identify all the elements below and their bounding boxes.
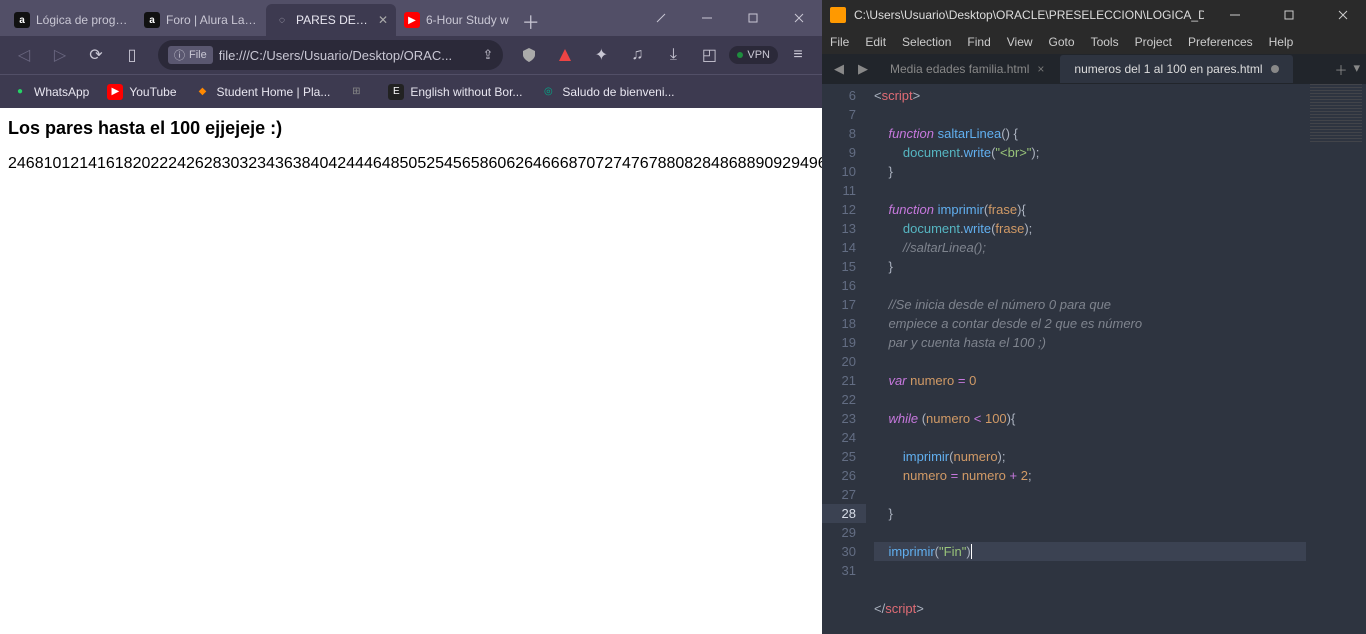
- browser-toolbar: ◁ ▷ ⟳ ▯ ⓘ File file:///C:/Users/Usuario/…: [0, 36, 822, 74]
- close-icon[interactable]: ×: [1037, 62, 1044, 76]
- menu-file[interactable]: File: [830, 35, 849, 49]
- page-output: 2468101214161820222426283032343638404244…: [8, 155, 814, 173]
- sublime-title-path: C:\Users\Usuario\Desktop\ORACLE\PRESELEC…: [854, 8, 1204, 22]
- tab-nav-left[interactable]: ◀: [828, 58, 850, 80]
- forward-button[interactable]: ▷: [44, 39, 76, 71]
- sublime-text-window: C:\Users\Usuario\Desktop\ORACLE\PRESELEC…: [822, 0, 1366, 634]
- extensions-icon[interactable]: ✦: [585, 39, 617, 71]
- sublime-menubar: File Edit Selection Find View Goto Tools…: [822, 30, 1366, 54]
- st-tab-numeros[interactable]: numeros del 1 al 100 en pares.html: [1060, 55, 1292, 83]
- menu-preferences[interactable]: Preferences: [1188, 35, 1253, 49]
- file-badge: ⓘ File: [168, 46, 213, 64]
- bookmark-button[interactable]: ▯: [116, 39, 148, 71]
- tab-close-icon[interactable]: ✕: [378, 13, 388, 27]
- code-editor[interactable]: <script> function saltarLinea() { docume…: [866, 84, 1306, 634]
- sublime-icon: [830, 7, 846, 23]
- playlist-icon[interactable]: ♫: [621, 39, 653, 71]
- close-button[interactable]: [776, 0, 822, 36]
- wallet-icon[interactable]: ◰: [693, 39, 725, 71]
- st-close-button[interactable]: [1320, 0, 1366, 30]
- line-gutter: 6789101112131415161718192021222324252627…: [822, 84, 866, 634]
- downloads-icon[interactable]: ⤓: [657, 39, 689, 71]
- menu-goto[interactable]: Goto: [1049, 35, 1075, 49]
- bookmark-saludo[interactable]: ◎Saludo de bienveni...: [540, 84, 674, 100]
- share-icon[interactable]: ⇪: [482, 47, 493, 63]
- sublime-titlebar: C:\Users\Usuario\Desktop\ORACLE\PRESELEC…: [822, 0, 1366, 30]
- menu-find[interactable]: Find: [967, 35, 990, 49]
- address-bar[interactable]: ⓘ File file:///C:/Users/Usuario/Desktop/…: [158, 40, 503, 70]
- tab-foro[interactable]: aForo | Alura Latam: [136, 4, 266, 36]
- browser-tabs: aLógica de program aForo | Alura Latam ◌…: [0, 0, 638, 36]
- menu-selection[interactable]: Selection: [902, 35, 951, 49]
- st-maximize-button[interactable]: [1266, 0, 1312, 30]
- minimize-window-button[interactable]: [638, 0, 684, 36]
- vpn-badge[interactable]: VPN: [729, 46, 778, 64]
- bookmark-whatsapp[interactable]: ●WhatsApp: [12, 84, 89, 100]
- url-text: file:///C:/Users/Usuario/Desktop/ORAC...: [219, 48, 477, 63]
- new-tab-button[interactable]: ＋: [517, 8, 545, 36]
- page-content: Los pares hasta el 100 ejjejeje :) 24681…: [0, 108, 822, 634]
- shield-icon[interactable]: [513, 39, 545, 71]
- maximize-button[interactable]: [730, 0, 776, 36]
- menu-icon[interactable]: ≡: [782, 39, 814, 71]
- editor-area: 6789101112131415161718192021222324252627…: [822, 84, 1366, 634]
- new-tab-icon[interactable]: ＋: [1334, 60, 1347, 79]
- menu-project[interactable]: Project: [1135, 35, 1172, 49]
- back-button[interactable]: ◁: [8, 39, 40, 71]
- brave-browser-window: aLógica de program aForo | Alura Latam ◌…: [0, 0, 822, 634]
- bookmark-student[interactable]: ◆Student Home | Pla...: [195, 84, 331, 100]
- tab-nav-right[interactable]: ▶: [852, 58, 874, 80]
- sublime-tabbar: ◀ ▶ Media edades familia.html× numeros d…: [822, 54, 1366, 84]
- menu-tools[interactable]: Tools: [1091, 35, 1119, 49]
- reload-button[interactable]: ⟳: [80, 39, 112, 71]
- menu-edit[interactable]: Edit: [865, 35, 886, 49]
- brave-icon[interactable]: [549, 39, 581, 71]
- browser-titlebar: aLógica de program aForo | Alura Latam ◌…: [0, 0, 822, 36]
- bookmarks-bar: ●WhatsApp ▶YouTube ◆Student Home | Pla..…: [0, 74, 822, 108]
- bookmark-grid[interactable]: ⊞: [348, 84, 370, 100]
- page-heading: Los pares hasta el 100 ejjejeje :): [8, 118, 814, 139]
- tab-menu-icon[interactable]: ▾: [1353, 60, 1360, 79]
- tab-pares[interactable]: ◌PARES DEL 1 A✕: [266, 4, 396, 36]
- bookmark-youtube[interactable]: ▶YouTube: [107, 84, 176, 100]
- window-controls: [638, 0, 822, 36]
- tab-logica[interactable]: aLógica de program: [6, 4, 136, 36]
- menu-view[interactable]: View: [1007, 35, 1033, 49]
- st-minimize-button[interactable]: [1212, 0, 1258, 30]
- bookmark-english[interactable]: EEnglish without Bor...: [388, 84, 522, 100]
- st-tab-media[interactable]: Media edades familia.html×: [876, 55, 1058, 83]
- minimap[interactable]: [1306, 84, 1366, 634]
- unsaved-dot-icon: [1271, 65, 1279, 73]
- menu-help[interactable]: Help: [1269, 35, 1294, 49]
- minimize-button[interactable]: [684, 0, 730, 36]
- tab-study[interactable]: ▶6-Hour Study w: [396, 4, 517, 36]
